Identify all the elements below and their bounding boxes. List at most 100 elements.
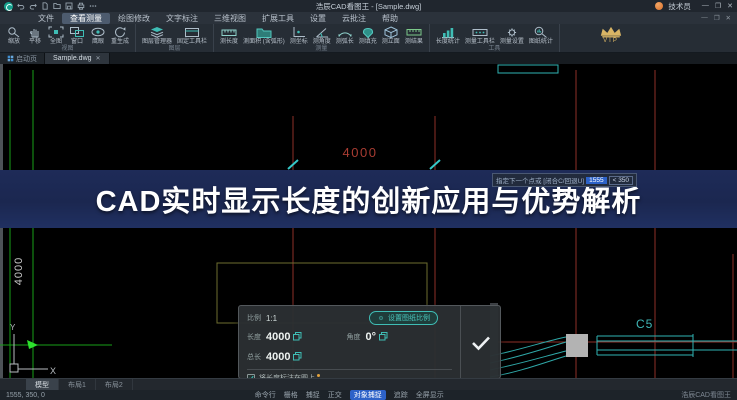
redo-icon[interactable] — [29, 2, 37, 10]
start-page-tab[interactable]: 启动页 — [0, 53, 44, 64]
measure-result-button[interactable]: 测结果 — [403, 25, 425, 46]
doc-minimize-button[interactable]: — — [701, 14, 708, 22]
measure-settings-button[interactable]: 测量设置 — [498, 25, 526, 46]
menu-bar: 文件 查看测量 绘图修改 文字标注 三维视图 扩展工具 设置 云批注 帮助 — … — [0, 12, 737, 24]
menu-draw-modify[interactable]: 绘图修改 — [110, 13, 158, 24]
dock-toolbar-button[interactable]: 固定工具栏 — [175, 25, 209, 46]
menu-text-annotate[interactable]: 文字标注 — [158, 13, 206, 24]
drawing-stats-button[interactable]: 图纸统计 — [527, 25, 555, 46]
dynamic-input: 指定下一个点或 [闭合C/回退U] 1555 < 350 — [492, 173, 637, 187]
layout-tab-layout1[interactable]: 布局1 — [59, 379, 96, 390]
angle-label: 角度 — [346, 332, 360, 342]
layout-tab-bar: 模型 布局1 布局2 — [0, 378, 737, 390]
measure-hatch-button[interactable]: 测填充 — [357, 25, 379, 46]
measure-length-button[interactable]: 测长度 — [218, 25, 240, 46]
length-label: 长度 — [247, 332, 261, 342]
zoom-button[interactable]: 缩放 — [4, 25, 24, 46]
road-lines — [597, 334, 737, 357]
layer-manager-button[interactable]: 图层管理器 — [140, 25, 174, 46]
confirm-check-icon — [470, 334, 492, 351]
close-button[interactable]: ✕ — [727, 2, 733, 10]
status-bar: 1555, 350, 0 命令行 栅格 捕捉 正交 对象捕捉 追踪 全屏显示 浩… — [0, 390, 737, 400]
check-icon — [248, 375, 254, 378]
set-scale-button[interactable]: 设置图纸比例 — [369, 311, 438, 325]
group-label-view: 视图 — [4, 46, 131, 53]
annotate-checkbox-label[interactable]: 将长度标注在图上 — [259, 373, 315, 378]
document-window-controls: — ❐ ✕ — [701, 14, 735, 22]
length-stats-button[interactable]: 长度统计 — [434, 25, 462, 46]
annotate-checkbox[interactable] — [247, 374, 255, 378]
toggle-snap[interactable]: 捕捉 — [306, 390, 320, 400]
tab-close-icon[interactable]: ✕ — [96, 55, 101, 62]
total-label: 总长 — [247, 352, 261, 362]
measure-coord-button[interactable]: 测坐标 — [288, 25, 310, 46]
doc-close-button[interactable]: ✕ — [726, 14, 731, 22]
total-value: 4000 — [266, 351, 290, 363]
ribbon-group-tools: 长度统计 测量工具栏 测量设置 图纸统计 工具 — [430, 24, 560, 52]
measure-elevation-button[interactable]: 测立面 — [380, 25, 402, 46]
copy-angle-icon[interactable] — [379, 328, 388, 346]
menu-extended-tools[interactable]: 扩展工具 — [254, 13, 302, 24]
window-title: 浩辰CAD看图王 - [Sample.dwg] — [0, 1, 737, 12]
copy-total-icon[interactable] — [293, 348, 302, 366]
menu-cloud-annotation[interactable]: 云批注 — [334, 13, 374, 24]
new-file-icon[interactable] — [41, 2, 49, 10]
undo-icon[interactable] — [17, 2, 25, 10]
brand-label: 浩辰CAD看图王 — [681, 390, 731, 400]
minimize-button[interactable]: — — [702, 2, 709, 10]
more-tools-icon[interactable] — [89, 2, 97, 10]
toggle-tracking[interactable]: 追踪 — [394, 390, 408, 400]
print-icon[interactable] — [77, 2, 85, 10]
group-label-layer: 图层 — [140, 46, 209, 53]
user-avatar[interactable] — [655, 2, 663, 10]
menu-view-measure[interactable]: 查看测量 — [62, 13, 110, 24]
drawing-tab-sample[interactable]: Sample.dwg ✕ — [44, 53, 110, 64]
layout-tab-layout2[interactable]: 布局2 — [96, 379, 133, 390]
regen-button[interactable]: 重生成 — [109, 25, 131, 46]
window-zoom-button[interactable]: 窗口 — [67, 25, 87, 46]
cursor-coordinates: 1555, 350, 0 — [6, 392, 136, 399]
drawing-canvas[interactable]: 4000 4000 Y X — [0, 64, 737, 378]
menu-3d-view[interactable]: 三维视图 — [206, 13, 254, 24]
copy-length-icon[interactable] — [293, 328, 302, 346]
doc-restore-button[interactable]: ❐ — [714, 14, 720, 22]
block-ref — [566, 334, 588, 357]
ribbon-group-measure: 测长度 测面积 (含弧形) 测坐标 测角度 测弧长 — [214, 24, 430, 52]
user-name[interactable]: 技术员 — [668, 1, 691, 12]
confirm-button[interactable] — [460, 306, 500, 378]
scale-value: 1:1 — [266, 314, 277, 323]
ribbon-toolbar: 缩放 平移 全图 窗口 鹰眼 — [0, 24, 737, 53]
vip-badge[interactable]: VIP — [596, 26, 626, 45]
eagle-eye-button[interactable]: 鹰眼 — [88, 25, 108, 46]
toggle-fullscreen[interactable]: 全屏显示 — [416, 390, 444, 400]
group-label-tools: 工具 — [434, 46, 555, 53]
gear-icon — [377, 314, 385, 322]
layout-tab-model[interactable]: 模型 — [26, 379, 59, 390]
dynamic-input-distance[interactable]: 1555 — [586, 177, 606, 184]
fit-all-button[interactable]: 全图 — [46, 25, 66, 46]
window-controls: — ❐ ✕ — [702, 2, 733, 10]
measure-area-button[interactable]: 测面积 (含弧形) — [241, 25, 287, 46]
title-bar: 浩辰CAD看图王 - [Sample.dwg] 技术员 — ❐ ✕ — [0, 0, 737, 12]
dynamic-input-angle[interactable]: < 350 — [609, 176, 633, 185]
teal-top-rect — [498, 65, 558, 73]
maximize-button[interactable]: ❐ — [715, 2, 721, 10]
menu-settings[interactable]: 设置 — [302, 13, 334, 24]
measure-angle-button[interactable]: 测角度 — [311, 25, 333, 46]
toggle-osnap[interactable]: 对象捕捉 — [350, 390, 386, 400]
toggle-command-line[interactable]: 命令行 — [255, 390, 276, 400]
crown-icon — [599, 26, 623, 38]
measure-toolbar-button[interactable]: 测量工具栏 — [463, 25, 497, 46]
measure-arc-button[interactable]: 测弧长 — [334, 25, 356, 46]
open-file-icon[interactable] — [53, 2, 61, 10]
pan-button[interactable]: 平移 — [25, 25, 45, 46]
toggle-grid[interactable]: 栅格 — [284, 390, 298, 400]
status-toggles: 命令行 栅格 捕捉 正交 对象捕捉 追踪 全屏显示 — [255, 390, 444, 400]
toggle-ortho[interactable]: 正交 — [328, 390, 342, 400]
menu-file[interactable]: 文件 — [30, 13, 62, 24]
menu-help[interactable]: 帮助 — [374, 13, 406, 24]
ucs-x-label: X — [50, 366, 56, 376]
save-icon[interactable] — [65, 2, 73, 10]
road-curves — [490, 337, 566, 377]
quick-access-toolbar — [17, 2, 97, 10]
